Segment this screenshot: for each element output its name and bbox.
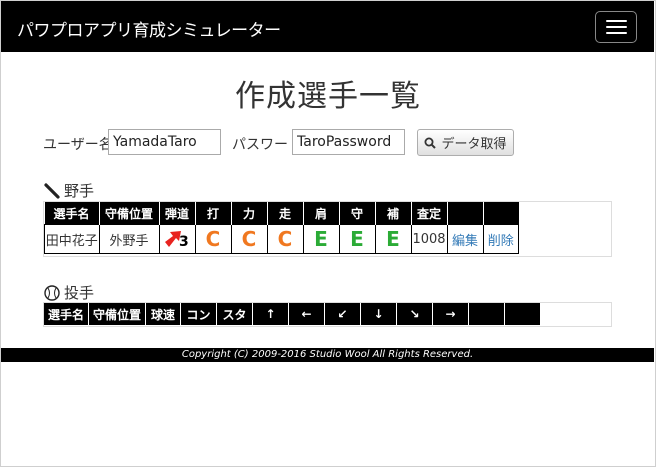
footer-copyright: Copyright (C) 2009-2016 Studio Wool All … — [1, 348, 654, 362]
search-icon — [424, 137, 437, 149]
player-name: 田中花子 — [44, 224, 100, 254]
edit-link[interactable]: 編集 — [446, 224, 484, 254]
trajectory-value: 3 — [179, 234, 189, 250]
trajectory-cell: 3 — [158, 224, 196, 254]
grade-power: C — [230, 224, 268, 254]
username-input[interactable] — [108, 129, 221, 155]
col-power: 力 — [231, 202, 268, 225]
fielders-table: 選手名 守備位置 弾道 打 力 走 肩 守 補 査定 田中花子 外野手 3 C … — [44, 202, 519, 254]
col-pitch-down: ↓ — [360, 303, 397, 325]
table-row: 田中花子 外野手 3 C C C E E E 1008 編集 削除 — [44, 224, 519, 254]
password-input[interactable] — [292, 129, 405, 155]
col-rating: 査定 — [411, 202, 448, 225]
col-control: コン — [180, 303, 217, 325]
pitchers-title: 投手 — [64, 284, 95, 302]
col-pitch-left: ← — [288, 303, 325, 325]
grade-speed: C — [266, 224, 304, 254]
app-brand[interactable]: パワプロアプリ育成シミュレーター — [17, 16, 281, 41]
menu-toggle-button[interactable] — [595, 11, 637, 43]
col-pitch-up: ↑ — [252, 303, 289, 325]
col-fielding: 守 — [339, 202, 376, 225]
hamburger-icon-bar — [606, 26, 627, 28]
col-stamina: スタ — [216, 303, 253, 325]
col-position: 守備位置 — [88, 303, 146, 325]
col-edit — [447, 202, 484, 225]
hamburger-icon — [606, 20, 627, 22]
navbar: パワプロアプリ育成シミュレーター — [1, 1, 654, 52]
fielders-title: 野手 — [64, 182, 95, 200]
col-edit — [468, 303, 505, 325]
col-trajectory: 弾道 — [159, 202, 196, 225]
player-rating: 1008 — [410, 224, 448, 254]
col-pitch-right: → — [432, 303, 469, 325]
col-delete — [483, 202, 519, 225]
grade-catching: E — [374, 224, 412, 254]
baseball-icon — [44, 284, 60, 301]
col-pitch-down-right: ↘ — [396, 303, 433, 325]
col-catching: 補 — [375, 202, 412, 225]
col-arm: 肩 — [303, 202, 340, 225]
pitchers-heading: 投手 — [43, 282, 94, 303]
grade-arm: E — [302, 224, 340, 254]
col-delete — [504, 303, 540, 325]
page-title: 作成選手一覧 — [235, 79, 421, 114]
col-speed: 走 — [267, 202, 304, 225]
fetch-data-button[interactable]: データ取得 — [417, 129, 514, 156]
grade-fielding: E — [338, 224, 376, 254]
pitchers-table: 選手名 守備位置 球速 コン スタ ↑ ← ↙ ↓ ↘ → — [44, 303, 540, 325]
player-position: 外野手 — [98, 224, 160, 254]
col-position: 守備位置 — [99, 202, 160, 225]
col-name: 選手名 — [44, 202, 100, 225]
fielders-heading: 野手 — [43, 180, 94, 201]
hamburger-icon-bar — [606, 32, 627, 34]
col-name: 選手名 — [44, 303, 89, 325]
bat-icon — [44, 182, 60, 199]
grade-batting: C — [194, 224, 232, 254]
col-batting: 打 — [195, 202, 232, 225]
col-pitch-down-left: ↙ — [324, 303, 361, 325]
fetch-data-label: データ取得 — [441, 137, 507, 152]
col-velocity: 球速 — [145, 303, 181, 325]
username-label: ユーザー名: — [43, 137, 118, 153]
delete-link[interactable]: 削除 — [482, 224, 519, 254]
